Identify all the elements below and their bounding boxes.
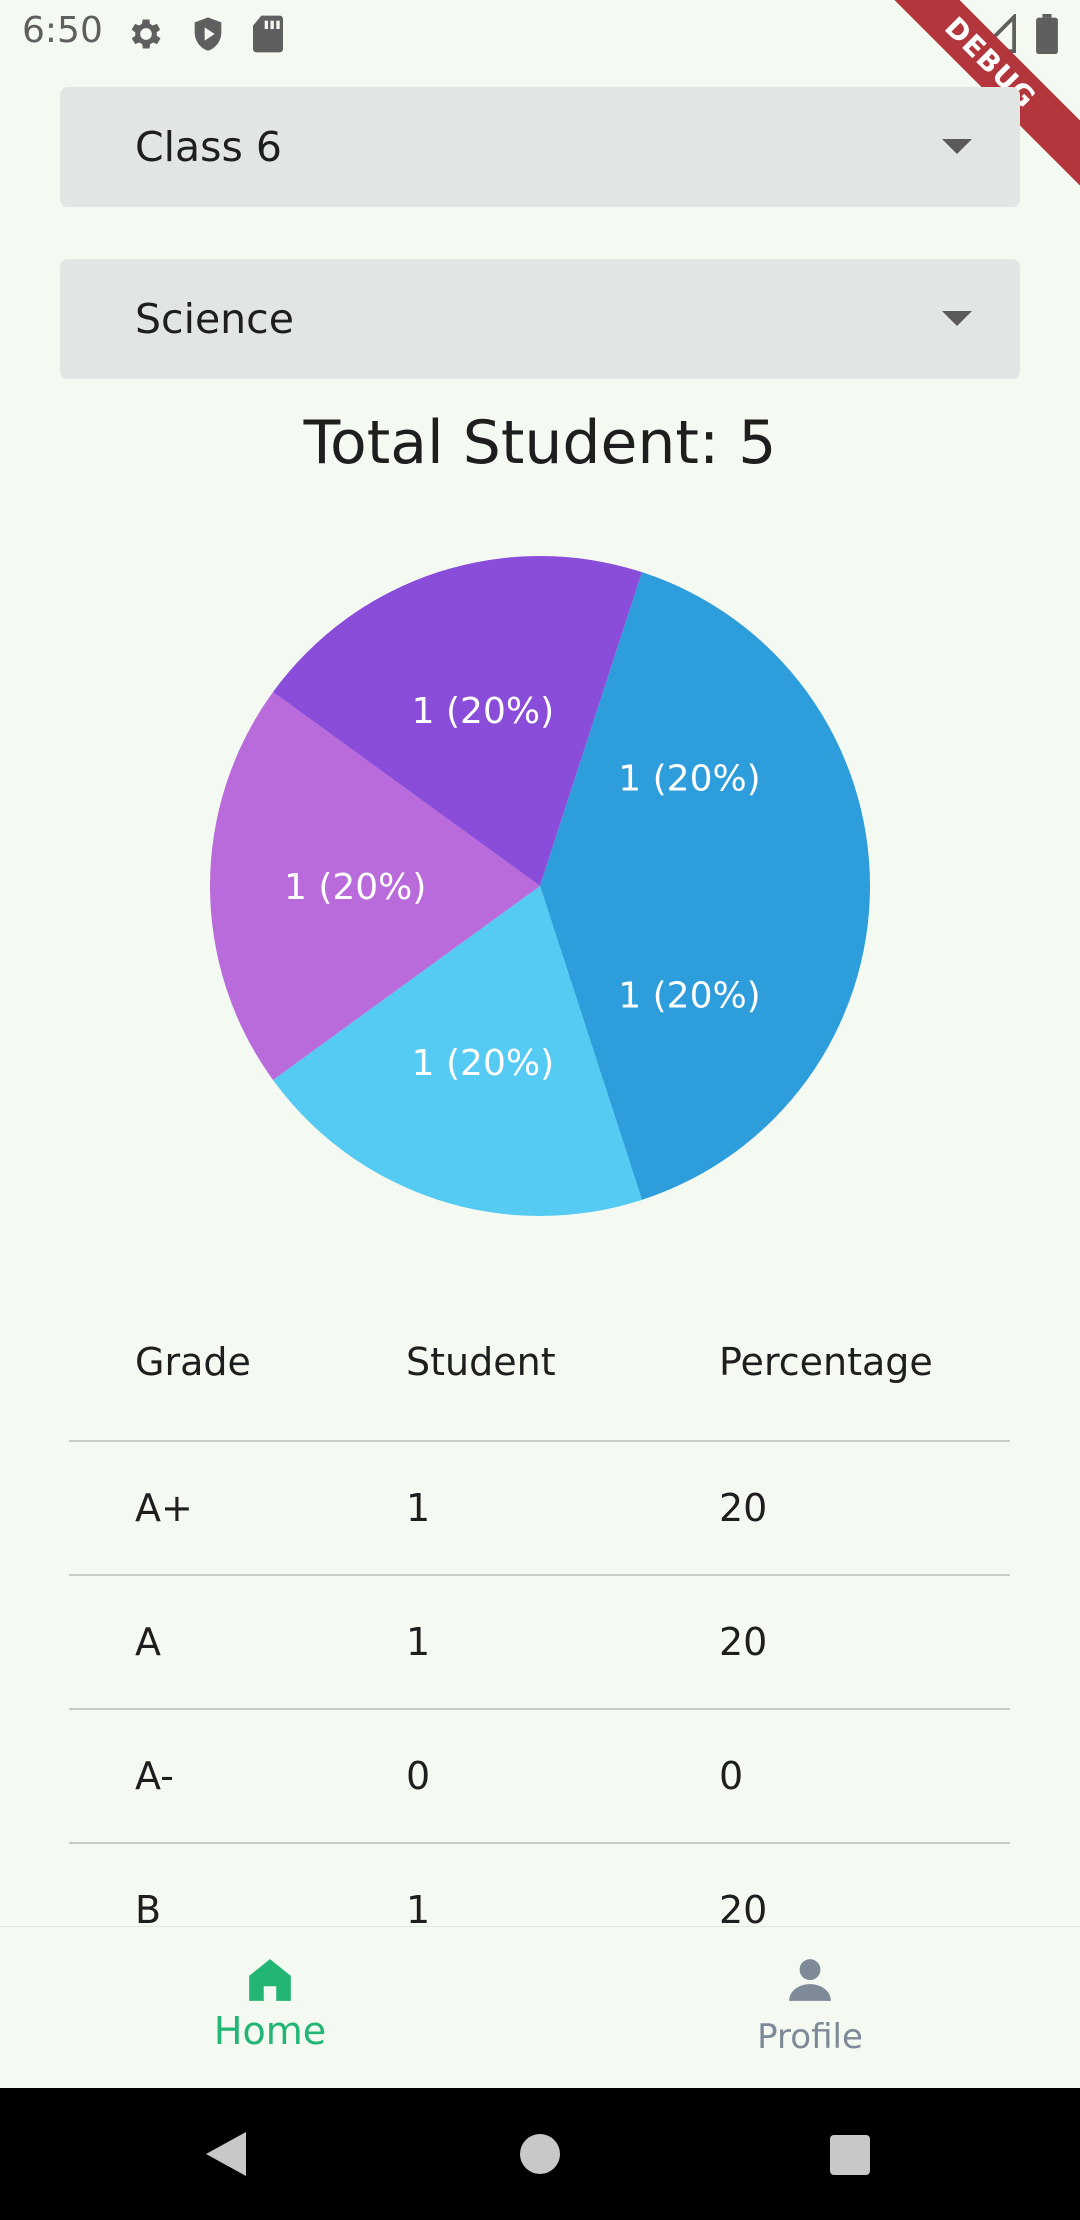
nav-home-label: Home: [213, 2009, 327, 2053]
table-header-row: Grade Student Percentage: [69, 1300, 1010, 1442]
nav-profile[interactable]: Profile: [540, 1927, 1080, 2089]
back-icon[interactable]: [204, 2130, 248, 2178]
nav-profile-label: Profile: [757, 2017, 863, 2057]
pie-slice-label: 1 (20%): [412, 691, 554, 732]
table-row: A 1 20: [69, 1576, 1010, 1710]
table-row: A- 0 0: [69, 1710, 1010, 1844]
grade-cell: A-: [135, 1754, 174, 1798]
grade-cell: A+: [135, 1486, 193, 1530]
bottom-navigation: Home Profile: [0, 1926, 1080, 2089]
student-cell: 1: [406, 1486, 431, 1530]
recents-icon[interactable]: [829, 2134, 871, 2176]
grade-table: Grade Student Percentage A+ 1 20 A 1 20 …: [69, 1300, 1010, 1976]
percentage-cell: 20: [719, 1620, 768, 1664]
header-grade: Grade: [135, 1340, 251, 1384]
person-icon: [789, 1959, 831, 2001]
pie-slice-label: 1 (20%): [284, 867, 426, 908]
pie-slice-label: 1 (20%): [618, 758, 760, 799]
table-row: A+ 1 20: [69, 1442, 1010, 1576]
student-cell: 1: [406, 1620, 431, 1664]
screen: 6:50 DEBUG Class 6 Science Total Student…: [0, 0, 1080, 2220]
header-student: Student: [406, 1340, 556, 1384]
percentage-cell: 20: [719, 1486, 768, 1530]
percentage-cell: 0: [719, 1754, 744, 1798]
system-navigation-bar: [0, 2088, 1080, 2220]
grade-pie-chart: 1 (20%) 1 (20%) 1 (20%) 1 (20%) 1 (20%): [210, 556, 870, 1216]
student-cell: 0: [406, 1754, 431, 1798]
header-percentage: Percentage: [719, 1340, 933, 1384]
grade-cell: A: [135, 1620, 161, 1664]
home-icon: [249, 1959, 291, 2001]
pie-slice-label: 1 (20%): [618, 976, 760, 1017]
home-circle-icon[interactable]: [519, 2133, 561, 2175]
nav-home[interactable]: Home: [0, 1927, 540, 2089]
pie-slice-label: 1 (20%): [412, 1043, 554, 1084]
